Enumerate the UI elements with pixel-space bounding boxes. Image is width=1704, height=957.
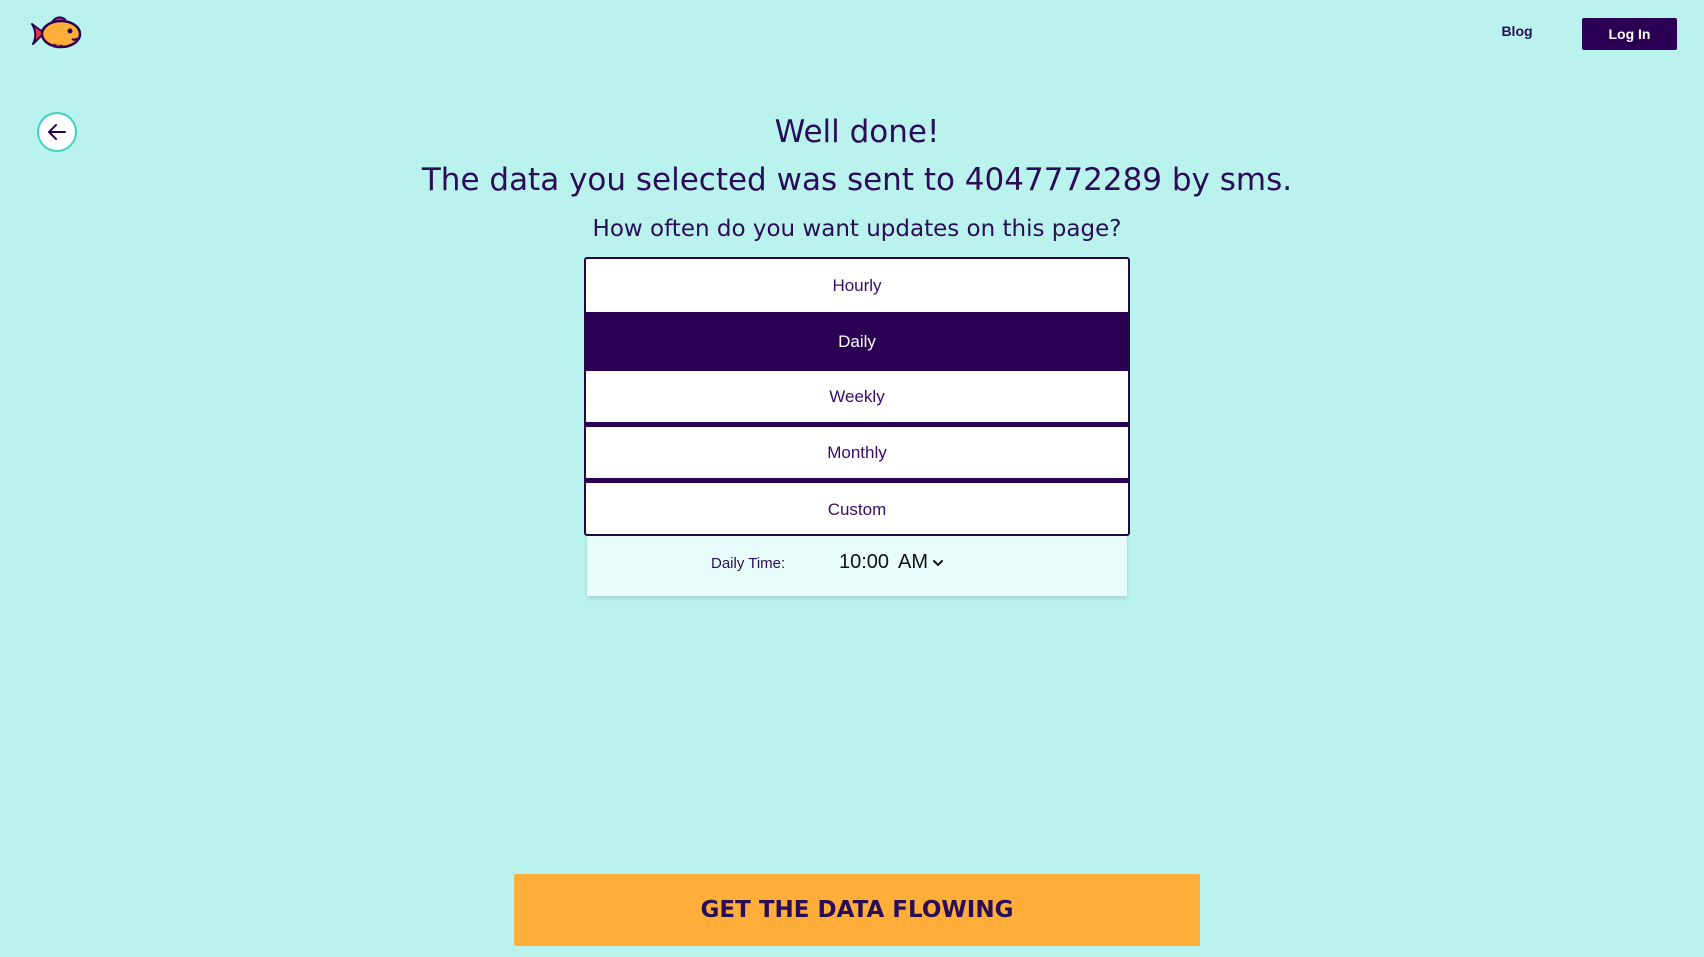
- time-input[interactable]: 10:00: [839, 551, 889, 574]
- frequency-options: Hourly Daily Weekly Monthly Custom: [584, 257, 1130, 536]
- option-custom[interactable]: Custom: [586, 483, 1128, 534]
- daily-time-label: Daily Time:: [711, 555, 786, 572]
- option-weekly[interactable]: Weekly: [586, 371, 1128, 422]
- ampm-select[interactable]: AM: [898, 551, 944, 574]
- ampm-value: AM: [898, 551, 928, 573]
- get-data-flowing-button[interactable]: GET THE DATA FLOWING: [514, 874, 1200, 946]
- blog-link[interactable]: Blog: [1486, 23, 1548, 39]
- goldfish-logo-icon[interactable]: [30, 14, 84, 54]
- login-button[interactable]: Log In: [1582, 18, 1677, 50]
- daily-time-panel: Daily Time: 10:00 AM: [587, 536, 1127, 596]
- page-title: Well done!: [774, 114, 940, 150]
- frequency-question: How often do you want updates on this pa…: [592, 216, 1122, 242]
- option-daily[interactable]: Daily: [586, 312, 1128, 371]
- sent-message: The data you selected was sent to 404777…: [421, 162, 1293, 198]
- option-monthly[interactable]: Monthly: [586, 427, 1128, 478]
- option-hourly[interactable]: Hourly: [586, 259, 1128, 312]
- page: Blog Log In Well done! The data you sele…: [0, 0, 1704, 957]
- chevron-down-icon: [933, 559, 943, 566]
